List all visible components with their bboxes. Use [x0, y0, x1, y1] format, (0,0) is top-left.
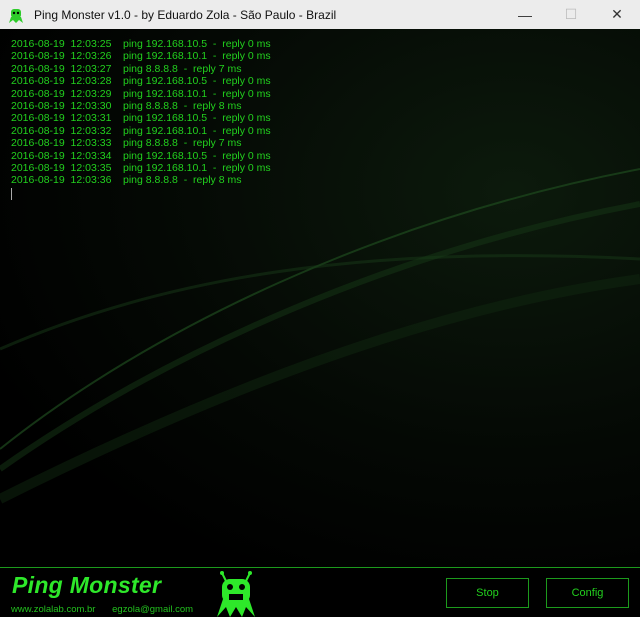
log-line: 2016-08-19 12:03:28 ping 192.168.10.5 - r… [11, 75, 271, 87]
log-timestamp: 2016-08-19 12:03:27 [11, 62, 112, 75]
log-timestamp: 2016-08-19 12:03:25 [11, 38, 112, 50]
log-timestamp: 2016-08-19 12:03:31 [11, 112, 112, 125]
log-timestamp: 2016-08-19 12:03:30 [11, 100, 112, 113]
log-message: ping 192.168.10.5 - reply 0 ms [123, 75, 271, 88]
log-line: 2016-08-19 12:03:32 ping 192.168.10.1 - r… [11, 125, 271, 137]
log-timestamp: 2016-08-19 12:03:32 [11, 124, 112, 137]
app-monster-icon [9, 8, 23, 23]
log-message: ping 192.168.10.1 - reply 0 ms [123, 87, 271, 100]
log-line: 2016-08-19 12:03:29 ping 192.168.10.1 - r… [11, 88, 271, 100]
email-link[interactable]: egzola@gmail.com [112, 604, 193, 615]
close-button[interactable]: ✕ [594, 0, 640, 29]
log-message: ping 192.168.10.1 - reply 0 ms [123, 50, 271, 63]
log-timestamp: 2016-08-19 12:03:34 [11, 149, 112, 162]
log-line: 2016-08-19 12:03:36 ping 8.8.8.8 - reply … [11, 174, 271, 186]
log-message: ping 192.168.10.5 - reply 0 ms [123, 149, 271, 162]
footer: Ping Monster www.zolalab.com.br egzola@g… [0, 567, 640, 617]
ping-log-area[interactable]: 2016-08-19 12:03:25 ping 192.168.10.5 - r… [0, 29, 640, 567]
log-line: 2016-08-19 12:03:25 ping 192.168.10.5 - r… [11, 38, 271, 50]
log-line: 2016-08-19 12:03:33 ping 8.8.8.8 - reply … [11, 137, 271, 149]
website-link[interactable]: www.zolalab.com.br [11, 604, 95, 615]
brand-logo-text: Ping Monster [12, 572, 162, 598]
log-message: ping 192.168.10.1 - reply 0 ms [123, 124, 271, 137]
stop-button[interactable]: Stop [446, 578, 529, 608]
monster-mascot-icon [217, 571, 255, 617]
log-timestamp: 2016-08-19 12:03:33 [11, 137, 112, 150]
title-bar[interactable]: Ping Monster v1.0 - by Eduardo Zola - Sã… [0, 0, 640, 29]
log-message: ping 192.168.10.1 - reply 0 ms [123, 162, 271, 175]
log-message: ping 8.8.8.8 - reply 8 ms [123, 174, 242, 187]
text-cursor [11, 187, 12, 200]
log-line: 2016-08-19 12:03:30 ping 8.8.8.8 - reply … [11, 100, 271, 112]
minimize-button[interactable]: — [502, 0, 548, 29]
log-message: ping 8.8.8.8 - reply 8 ms [123, 100, 242, 113]
log-line: 2016-08-19 12:03:35 ping 192.168.10.1 - r… [11, 162, 271, 174]
log-timestamp: 2016-08-19 12:03:29 [11, 87, 112, 100]
log-line: 2016-08-19 12:03:26 ping 192.168.10.1 - r… [11, 50, 271, 62]
log-line: 2016-08-19 12:03:34 ping 192.168.10.5 - r… [11, 150, 271, 162]
log-timestamp: 2016-08-19 12:03:26 [11, 50, 112, 63]
log-timestamp: 2016-08-19 12:03:36 [11, 174, 112, 187]
log-timestamp: 2016-08-19 12:03:28 [11, 75, 112, 88]
log-message: ping 8.8.8.8 - reply 7 ms [123, 137, 242, 150]
window-title: Ping Monster v1.0 - by Eduardo Zola - Sã… [34, 7, 337, 22]
maximize-button[interactable]: ☐ [548, 0, 594, 29]
config-button[interactable]: Config [546, 578, 629, 608]
log-line: 2016-08-19 12:03:31 ping 192.168.10.5 - r… [11, 112, 271, 124]
log-timestamp: 2016-08-19 12:03:35 [11, 162, 112, 175]
log-message: ping 192.168.10.5 - reply 0 ms [123, 38, 271, 50]
log-line: 2016-08-19 12:03:27 ping 8.8.8.8 - reply … [11, 63, 271, 75]
log-message: ping 192.168.10.5 - reply 0 ms [123, 112, 271, 125]
log-lines: 2016-08-19 12:03:25 ping 192.168.10.5 - r… [11, 38, 271, 200]
log-message: ping 8.8.8.8 - reply 7 ms [123, 62, 242, 75]
